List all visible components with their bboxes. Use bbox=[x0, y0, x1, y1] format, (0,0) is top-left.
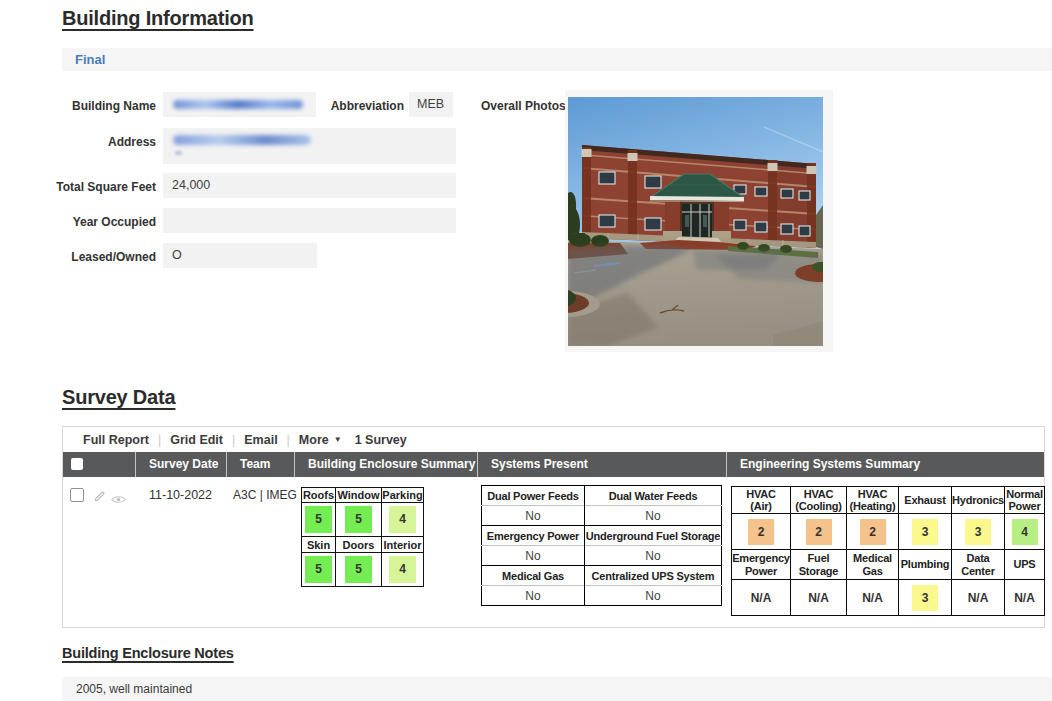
sp-value: No bbox=[585, 506, 722, 526]
redacted-address bbox=[173, 135, 311, 145]
ess-header: Exhaust bbox=[899, 487, 952, 514]
ess-score: N/A bbox=[806, 585, 832, 611]
ess-header: Plumbing bbox=[899, 550, 952, 580]
ess-score: 2 bbox=[860, 519, 886, 545]
full-report-button[interactable]: Full Report bbox=[83, 433, 149, 447]
sp-value: No bbox=[585, 586, 722, 606]
more-button[interactable]: More bbox=[299, 433, 329, 447]
row-checkbox[interactable] bbox=[70, 488, 84, 502]
bes-score: 5 bbox=[345, 506, 372, 533]
edit-pencil-icon[interactable] bbox=[93, 489, 106, 507]
year-occupied-label: Year Occupied bbox=[40, 215, 156, 229]
header-building-enclosure-summary: Building Enclosure Summary bbox=[295, 452, 478, 477]
abbreviation-label: Abbreviation bbox=[320, 99, 404, 113]
building-information-page: Building Information Final Building Name… bbox=[0, 0, 1052, 701]
building-enclosure-notes-title[interactable]: Building Enclosure Notes bbox=[62, 645, 234, 661]
ess-score: 3 bbox=[912, 519, 938, 545]
bes-score: 5 bbox=[305, 556, 332, 583]
systems-present-table: Dual Power Feeds Dual Water Feeds No No … bbox=[481, 485, 722, 606]
building-enclosure-summary-table: Roofs Window Parking 5 5 4 Skin Doors In… bbox=[301, 487, 424, 587]
abbreviation-field[interactable]: MEB bbox=[409, 92, 453, 117]
building-photo[interactable] bbox=[568, 97, 823, 346]
select-all-checkbox[interactable] bbox=[71, 458, 83, 470]
building-name-field[interactable] bbox=[163, 92, 316, 117]
engineering-systems-summary-table: HVAC (Air) HVAC (Cooling) HVAC (Heating)… bbox=[731, 486, 1045, 616]
ess-score: 3 bbox=[912, 585, 938, 611]
survey-table: Full Report | Grid Edit | Email | More ▼… bbox=[62, 426, 1045, 628]
sp-header: Dual Power Feeds bbox=[482, 486, 585, 506]
bes-score: 5 bbox=[305, 506, 332, 533]
chevron-down-icon[interactable]: ▼ bbox=[334, 435, 342, 444]
bes-header: Parking bbox=[382, 488, 424, 503]
sp-header: Emergency Power bbox=[482, 526, 585, 546]
ess-header: Fuel Storage bbox=[791, 550, 847, 580]
leased-owned-field[interactable]: O bbox=[163, 243, 317, 268]
ess-score: N/A bbox=[1012, 585, 1038, 611]
ess-score: 2 bbox=[806, 519, 832, 545]
leased-owned-label: Leased/Owned bbox=[40, 250, 156, 264]
survey-date-value: 11-10-2022 bbox=[149, 488, 212, 502]
bes-score: 4 bbox=[389, 506, 416, 533]
sp-header: Underground Fuel Storage bbox=[585, 526, 722, 546]
notes-text: 2005, well maintained bbox=[76, 682, 192, 696]
header-select-cell bbox=[63, 452, 136, 477]
ess-header: Normal Power bbox=[1005, 487, 1045, 514]
ess-score: N/A bbox=[860, 585, 886, 611]
sp-value: No bbox=[482, 586, 585, 606]
sp-value: No bbox=[585, 546, 722, 566]
bes-score: 5 bbox=[345, 556, 372, 583]
page-title: Building Information bbox=[62, 7, 254, 30]
survey-row: 11-10-2022 A3C | IMEG Roofs Window Parki… bbox=[63, 477, 1044, 627]
ess-header: HVAC (Heating) bbox=[847, 487, 899, 514]
bes-header: Skin bbox=[302, 537, 336, 553]
bes-header: Window bbox=[336, 488, 382, 503]
ess-score: N/A bbox=[748, 585, 774, 611]
address-field[interactable] bbox=[163, 128, 456, 164]
ess-header: Hydronics bbox=[952, 487, 1005, 514]
year-occupied-field[interactable] bbox=[163, 208, 456, 233]
header-engineering-systems-summary: Engineering Systems Summary bbox=[727, 452, 1044, 477]
header-team: Team bbox=[227, 452, 295, 477]
overall-photos-label: Overall Photos bbox=[481, 99, 571, 113]
ess-score: 2 bbox=[748, 519, 774, 545]
ess-header: Medical Gas bbox=[847, 550, 899, 580]
redacted-building-name bbox=[173, 100, 303, 109]
ess-header: HVAC (Cooling) bbox=[791, 487, 847, 514]
sp-header: Centralized UPS System bbox=[585, 566, 722, 586]
bes-header: Roofs bbox=[302, 488, 336, 503]
bes-header: Interior bbox=[382, 537, 424, 553]
survey-toolbar: Full Report | Grid Edit | Email | More ▼… bbox=[63, 427, 1044, 452]
view-eye-icon[interactable] bbox=[111, 491, 126, 509]
overall-photos-container bbox=[565, 90, 833, 352]
bes-header: Doors bbox=[336, 537, 382, 553]
sp-value: No bbox=[482, 546, 585, 566]
sp-header: Medical Gas bbox=[482, 566, 585, 586]
ess-header: Data Center bbox=[952, 550, 1005, 580]
sp-header: Dual Water Feeds bbox=[585, 486, 722, 506]
header-survey-date: Survey Date bbox=[136, 452, 227, 477]
email-button[interactable]: Email bbox=[244, 433, 277, 447]
ess-header: HVAC (Air) bbox=[732, 487, 791, 514]
total-square-feet-field[interactable]: 24,000 bbox=[163, 173, 456, 198]
survey-data-title: Survey Data bbox=[62, 386, 175, 409]
status-bar: Final bbox=[62, 48, 1052, 71]
bes-score: 4 bbox=[389, 556, 416, 583]
grid-edit-button[interactable]: Grid Edit bbox=[170, 433, 223, 447]
ess-score: N/A bbox=[965, 585, 991, 611]
ess-header: Emergency Power bbox=[732, 550, 791, 580]
total-square-feet-label: Total Square Feet bbox=[40, 180, 156, 194]
team-value: A3C | IMEG bbox=[233, 488, 297, 502]
header-systems-present: Systems Present bbox=[478, 452, 727, 477]
survey-count: 1 Survey bbox=[355, 433, 407, 447]
ess-header: UPS bbox=[1005, 550, 1045, 580]
survey-table-header: Survey Date Team Building Enclosure Summ… bbox=[63, 452, 1044, 477]
status-label: Final bbox=[75, 52, 105, 67]
sp-value: No bbox=[482, 506, 585, 526]
ess-score: 3 bbox=[965, 519, 991, 545]
building-name-label: Building Name bbox=[40, 99, 156, 113]
ess-score: 4 bbox=[1012, 519, 1038, 545]
address-label: Address bbox=[40, 135, 156, 149]
building-enclosure-notes-bar: 2005, well maintained bbox=[62, 677, 1052, 701]
